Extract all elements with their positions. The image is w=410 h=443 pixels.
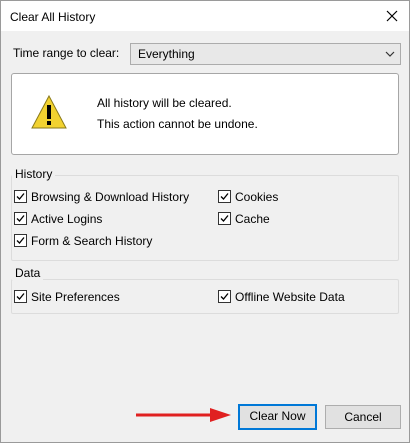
- checkbox-label: Site Preferences: [31, 290, 120, 304]
- checkbox-browsing-download-history[interactable]: Browsing & Download History: [14, 189, 189, 205]
- checkmark-icon: [16, 237, 25, 244]
- checkbox-box: [14, 234, 27, 247]
- warning-icon: [31, 94, 67, 129]
- checkbox-box: [218, 212, 231, 225]
- checkbox-label: Form & Search History: [31, 234, 153, 248]
- checkmark-icon: [16, 293, 25, 300]
- checkmark-icon: [16, 193, 25, 200]
- warning-line-1: All history will be cleared.: [97, 96, 232, 110]
- checkbox-cache[interactable]: Cache: [218, 211, 270, 227]
- history-legend: History: [12, 167, 56, 181]
- annotation-arrow: [136, 408, 231, 422]
- time-range-row: Time range to clear: Everything: [13, 43, 401, 65]
- checkbox-box: [14, 212, 27, 225]
- checkmark-icon: [220, 193, 229, 200]
- checkbox-box: [14, 190, 27, 203]
- checkbox-active-logins[interactable]: Active Logins: [14, 211, 102, 227]
- checkbox-label: Browsing & Download History: [31, 190, 190, 204]
- checkmark-icon: [220, 293, 229, 300]
- checkbox-label: Active Logins: [31, 212, 103, 226]
- data-legend: Data: [12, 266, 44, 280]
- checkbox-cookies[interactable]: Cookies: [218, 189, 278, 205]
- checkmark-icon: [220, 215, 229, 222]
- checkbox-box: [218, 190, 231, 203]
- warning-line-2: This action cannot be undone.: [97, 117, 258, 131]
- checkbox-form-search-history[interactable]: Form & Search History: [14, 233, 152, 249]
- warning-box: All history will be cleared. This action…: [11, 73, 399, 155]
- time-range-value: Everything: [138, 47, 195, 61]
- chevron-down-icon: [385, 51, 395, 57]
- window-title: Clear All History: [10, 10, 96, 24]
- cancel-button[interactable]: Cancel: [325, 405, 401, 429]
- time-range-label: Time range to clear:: [13, 46, 120, 60]
- clear-history-dialog: Clear All History Time range to clear: E…: [0, 0, 410, 443]
- close-button[interactable]: [383, 7, 401, 25]
- checkbox-box: [218, 290, 231, 303]
- time-range-select[interactable]: Everything: [130, 43, 401, 65]
- checkbox-offline-website-data[interactable]: Offline Website Data: [218, 289, 345, 305]
- checkbox-label: Cache: [235, 212, 270, 226]
- checkmark-icon: [16, 215, 25, 222]
- clear-now-button[interactable]: Clear Now: [238, 404, 317, 430]
- checkbox-box: [14, 290, 27, 303]
- close-icon: [386, 10, 398, 22]
- title-bar: Clear All History: [1, 1, 409, 31]
- checkbox-site-preferences[interactable]: Site Preferences: [14, 289, 120, 305]
- checkbox-label: Offline Website Data: [235, 290, 345, 304]
- checkbox-label: Cookies: [235, 190, 279, 204]
